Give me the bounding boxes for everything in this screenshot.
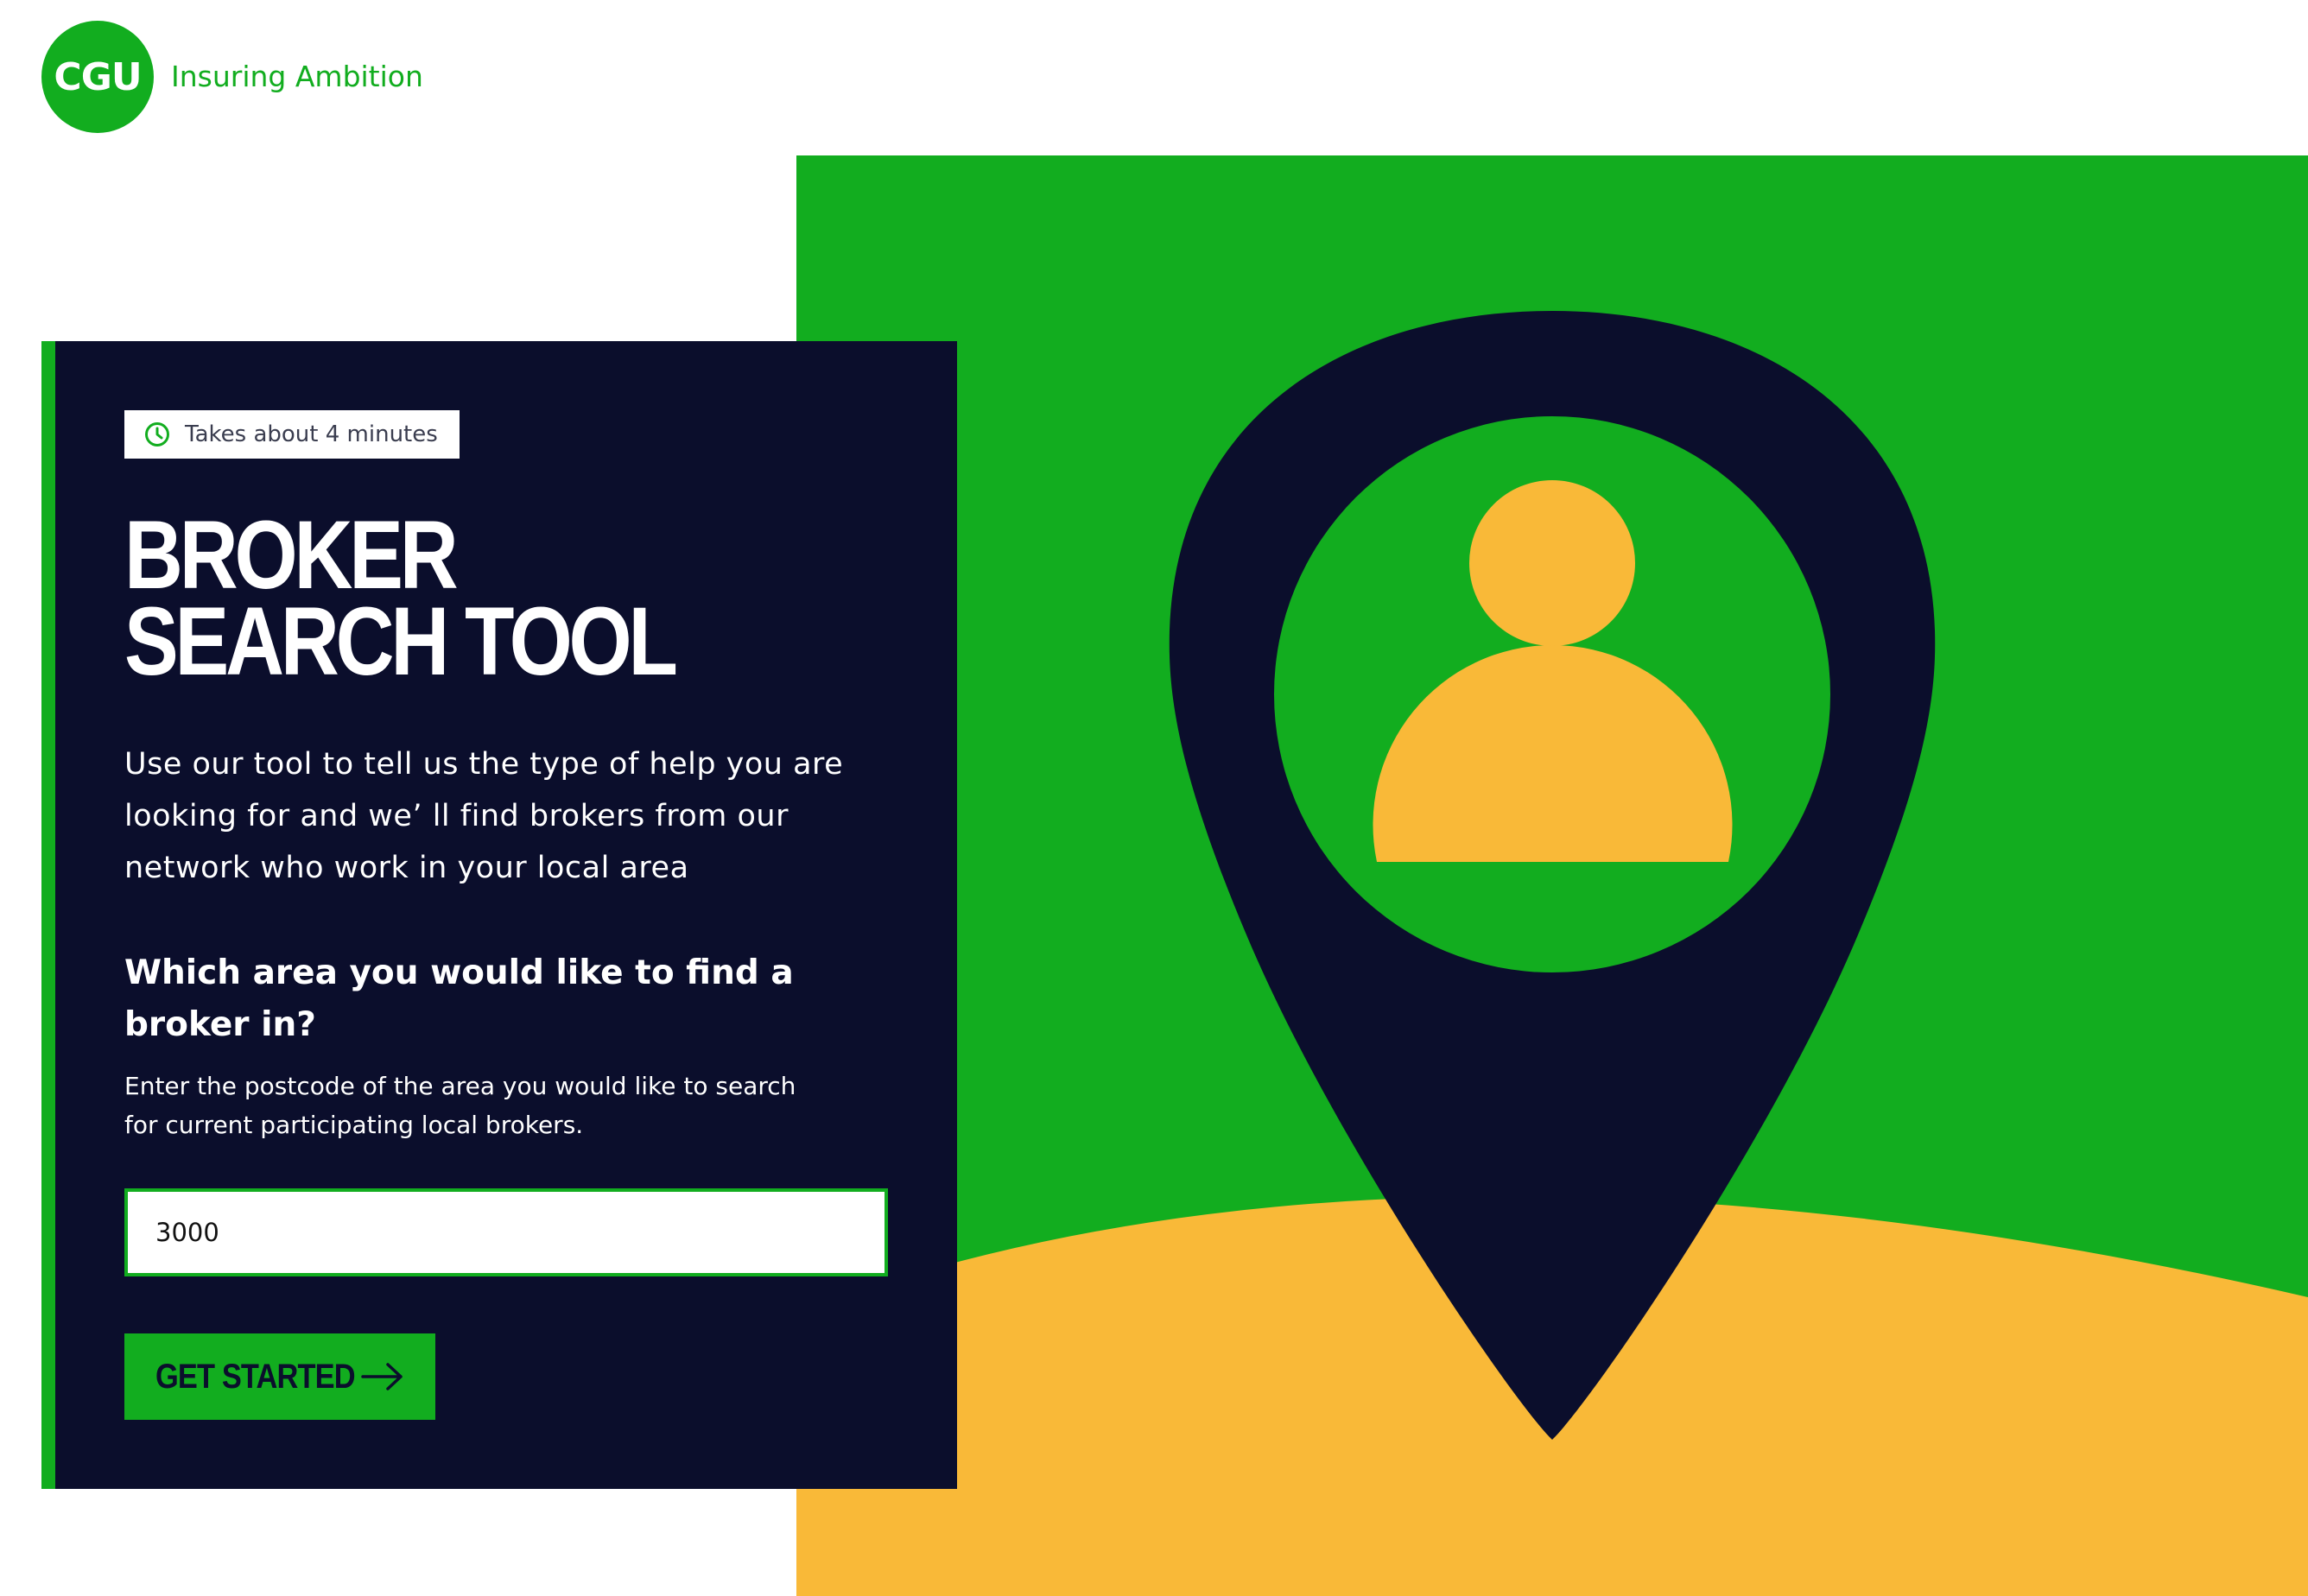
hero-illustration xyxy=(796,155,2308,1596)
get-started-button[interactable]: GET STARTED xyxy=(124,1333,435,1420)
area-question: Which area you would like to find a brok… xyxy=(124,953,794,1044)
person-head xyxy=(1469,480,1635,646)
title-line-1: BROKER xyxy=(124,501,459,609)
postcode-helper-text: Enter the postcode of the area you would… xyxy=(124,1072,796,1139)
logo-tagline: Insuring Ambition xyxy=(171,60,423,93)
time-estimate-badge: Takes about 4 minutes xyxy=(124,410,460,459)
arrow-right-icon xyxy=(361,1363,403,1390)
time-estimate-text: Takes about 4 minutes xyxy=(185,421,438,447)
clock-icon xyxy=(145,422,169,446)
card-accent-bar xyxy=(41,341,55,1489)
page: CGU Insuring Ambition Takes about 4 minu… xyxy=(0,0,2308,1596)
postcode-input[interactable] xyxy=(124,1188,888,1276)
intro-text: Use our tool to tell us the type of help… xyxy=(124,747,844,885)
cgu-logo[interactable]: CGU xyxy=(41,21,154,133)
location-pin-person-illustration xyxy=(796,155,2308,1596)
broker-search-card: Takes about 4 minutes BROKER SEARCH TOOL… xyxy=(41,341,957,1489)
title-line-2: SEARCH TOOL xyxy=(124,587,678,695)
get-started-label: GET STARTED xyxy=(155,1357,356,1396)
page-title: BROKER SEARCH TOOL xyxy=(124,501,678,695)
logo-text: CGU xyxy=(54,54,142,99)
